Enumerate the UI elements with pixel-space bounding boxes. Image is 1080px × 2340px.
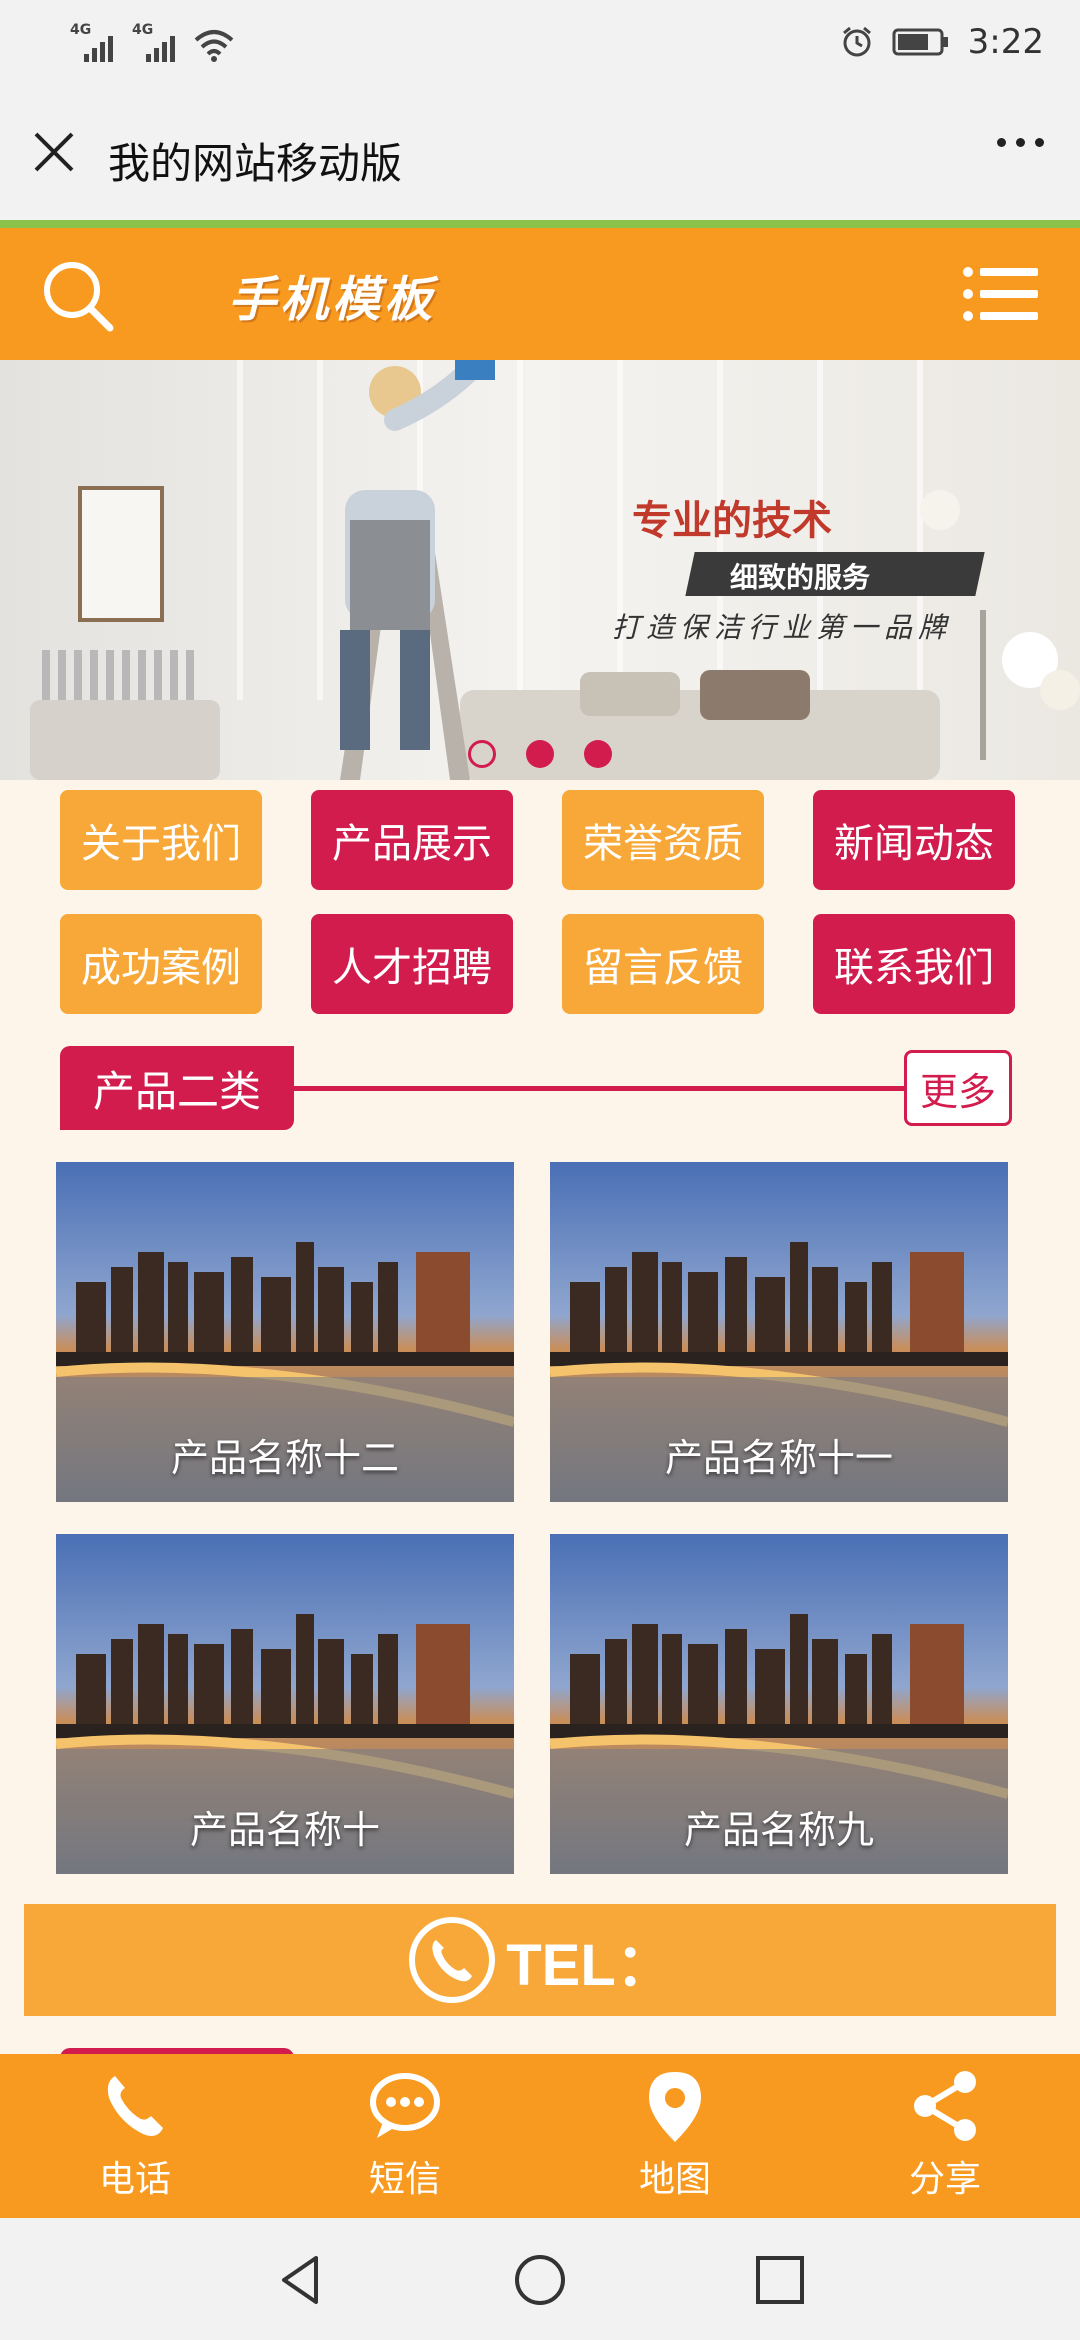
nav-about-us[interactable]: 关于我们: [60, 790, 262, 890]
tel-banner[interactable]: TEL：: [24, 1904, 1056, 2016]
phone-icon: [107, 2076, 163, 2136]
recents-icon[interactable]: [752, 2252, 808, 2308]
banner-headline: 专业的技术: [632, 497, 832, 544]
banner-carousel[interactable]: 专业的技术 细致的服务 打造保洁行业第一品牌: [0, 360, 1080, 780]
map-pin-icon: [649, 2072, 701, 2142]
system-nav-bar: [0, 2218, 1080, 2340]
product-grid: 产品名称十二 产品名称十一 产品名称十 产品名称九: [56, 1162, 1008, 1874]
product-name: 产品名称十一: [664, 1436, 893, 1480]
carousel-dot[interactable]: [468, 740, 496, 768]
section-header: 产品二类 更多: [60, 1046, 1016, 1130]
browser-title-bar: 我的网站移动版: [0, 90, 1080, 220]
search-icon[interactable]: [40, 258, 116, 334]
site-header: 手机模板: [0, 228, 1080, 360]
product-name: 产品名称十二: [170, 1436, 399, 1480]
bottom-nav-share[interactable]: 分享: [810, 2054, 1080, 2218]
carousel-dot[interactable]: [526, 740, 554, 768]
section-title: 产品二类: [60, 1046, 294, 1130]
bottom-nav-sms[interactable]: 短信: [270, 2054, 540, 2218]
product-name: 产品名称九: [683, 1808, 874, 1852]
product-card[interactable]: 产品名称十: [56, 1534, 514, 1874]
section-divider: [260, 1086, 970, 1091]
nav-contact[interactable]: 联系我们: [813, 914, 1015, 1014]
message-icon: [370, 2073, 440, 2138]
more-button[interactable]: 更多: [904, 1050, 1012, 1126]
product-card[interactable]: 产品名称九: [550, 1534, 1008, 1874]
progress-line: [0, 220, 1080, 228]
signal-icon: 4G: [70, 22, 114, 62]
tel-label: TEL：: [506, 1933, 674, 1998]
close-icon[interactable]: [32, 130, 76, 174]
product-name: 产品名称十: [189, 1808, 380, 1852]
nav-careers[interactable]: 人才招聘: [311, 914, 513, 1014]
back-icon[interactable]: [272, 2252, 328, 2308]
bottom-nav-label: 分享: [908, 2159, 981, 2200]
product-card[interactable]: 产品名称十一: [550, 1162, 1008, 1502]
alarm-icon: [842, 26, 871, 57]
banner-subline: 细致的服务: [730, 561, 871, 594]
bottom-nav-label: 电话: [98, 2159, 171, 2200]
nav-products[interactable]: 产品展示: [311, 790, 513, 890]
carousel-indicators: [468, 740, 612, 768]
phone-circle-icon: [409, 1917, 496, 2003]
status-bar: 4G 4G 3:22: [0, 0, 1080, 90]
home-icon[interactable]: [512, 2252, 568, 2308]
nav-news[interactable]: 新闻动态: [813, 790, 1015, 890]
signal-icon: 4G: [132, 22, 176, 62]
page-title: 我的网站移动版: [108, 139, 403, 188]
banner-tagline: 打造保洁行业第一品牌: [612, 611, 953, 644]
wifi-icon: [194, 30, 234, 62]
quick-nav-grid: 关于我们 产品展示 荣誉资质 新闻动态 成功案例 人才招聘 留言反馈 联系我们: [60, 790, 1016, 1014]
more-options-icon[interactable]: [997, 138, 1044, 147]
carousel-dot[interactable]: [584, 740, 612, 768]
clock: 3:22: [967, 22, 1044, 62]
bottom-nav-map[interactable]: 地图: [540, 2054, 810, 2218]
bottom-nav: 电话 短信 地图 分享: [0, 2054, 1080, 2218]
nav-honors[interactable]: 荣誉资质: [562, 790, 764, 890]
product-card[interactable]: 产品名称十二: [56, 1162, 514, 1502]
nav-feedback[interactable]: 留言反馈: [562, 914, 764, 1014]
site-logo-text[interactable]: 手机模板: [228, 260, 436, 330]
battery-icon: [892, 28, 948, 56]
share-icon: [914, 2071, 976, 2141]
bottom-nav-label: 短信: [368, 2159, 441, 2200]
nav-cases[interactable]: 成功案例: [60, 914, 262, 1014]
menu-icon[interactable]: [962, 264, 1040, 324]
bottom-nav-phone[interactable]: 电话: [0, 2054, 270, 2218]
bottom-nav-label: 地图: [638, 2159, 711, 2200]
